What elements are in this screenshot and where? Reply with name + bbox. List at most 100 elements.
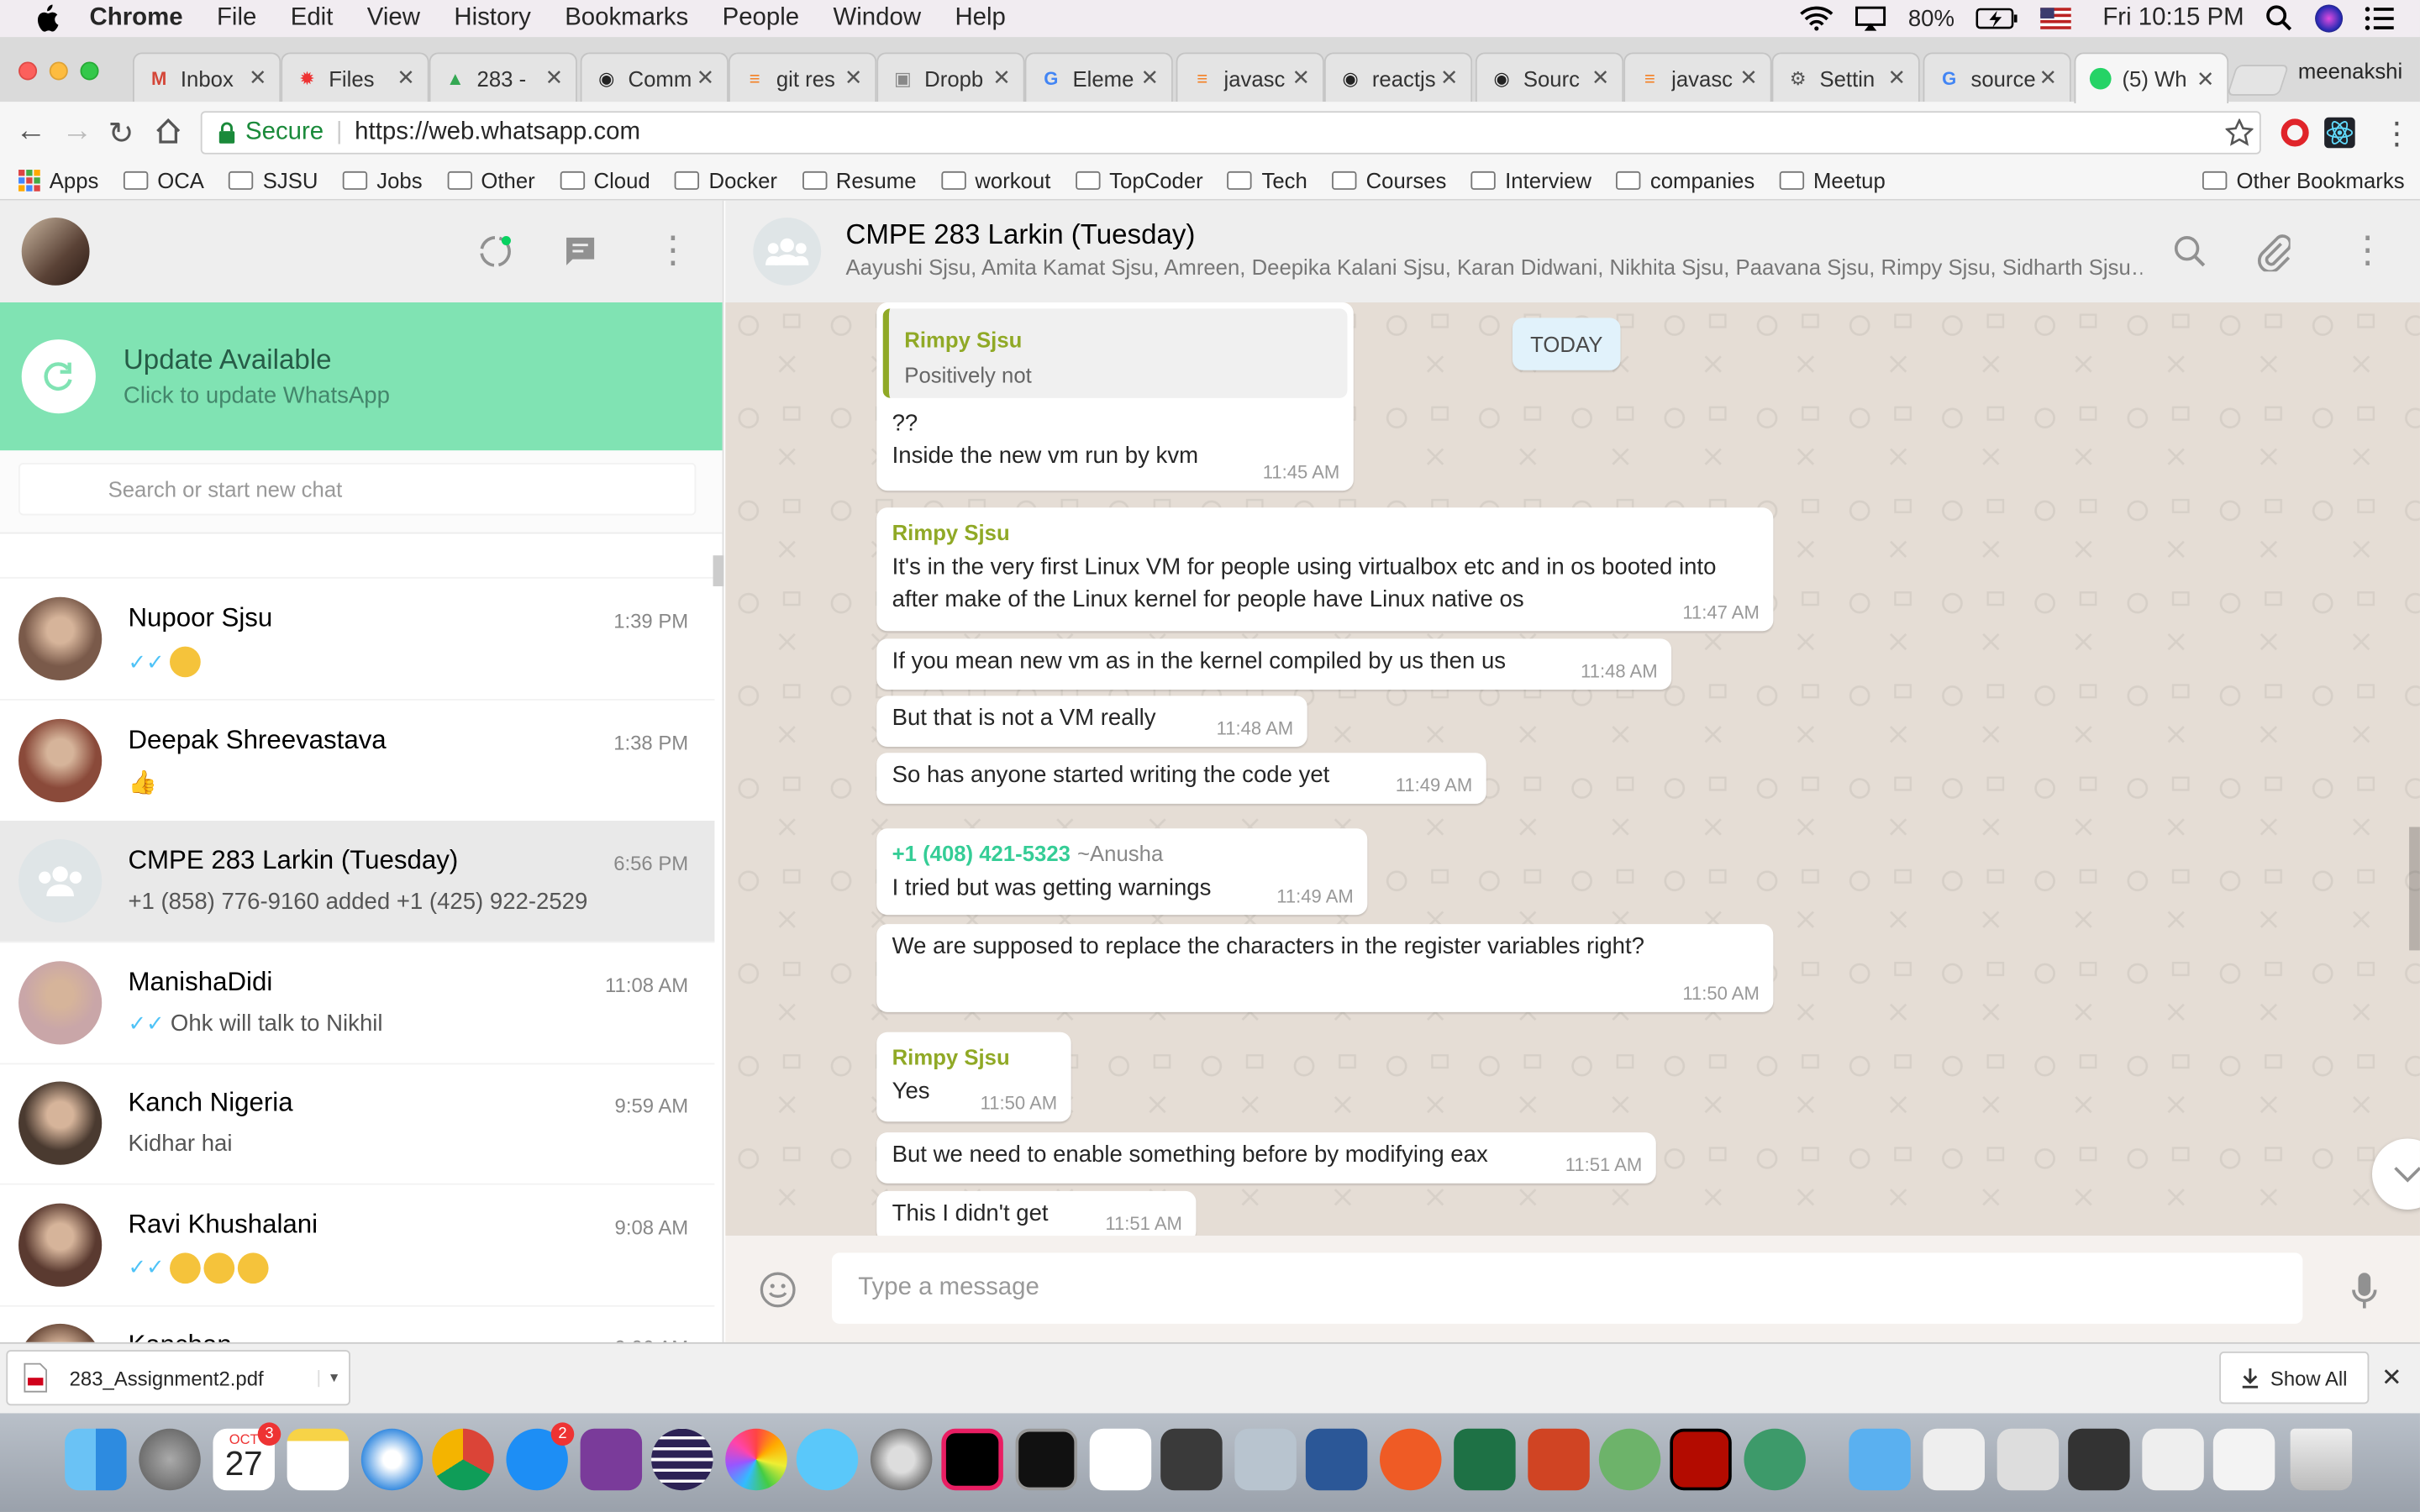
chat-row[interactable]: Ravi Khushalani 9:08 AM ✓✓ [0,1184,715,1306]
photos-icon[interactable] [725,1428,787,1491]
zoom-window-button[interactable] [80,61,99,81]
bookmark-other[interactable]: Other [446,167,535,192]
react-devtools-icon[interactable] [2324,117,2355,149]
my-avatar[interactable] [21,217,90,286]
message-bubble[interactable]: +1 (408) 421-5323 ~Anusha I tried but was … [876,828,1368,916]
new-tab-button[interactable] [2226,65,2290,96]
message-bubble[interactable]: But we need to enable something before b… [876,1132,1656,1184]
bookmark-topcoder[interactable]: TopCoder [1075,167,1203,192]
back-button[interactable]: ← [15,114,46,150]
message-bubble[interactable]: Rimpy Sjsu It's in the very first Linux V… [876,507,1774,632]
close-tab-icon[interactable]: ✕ [245,65,270,91]
profile-name[interactable]: meenakshi [2298,59,2402,83]
close-tab-icon[interactable]: ✕ [1736,65,1760,91]
message-bubble[interactable]: If you mean new vm as in the kernel comp… [876,638,1672,690]
bookmark-workout[interactable]: workout [940,167,1050,192]
tab-0[interactable]: M Inbox ✕ [132,52,281,102]
bookmark-jobs[interactable]: Jobs [342,167,423,192]
spotlight-search-icon[interactable] [2265,5,2293,33]
atom-icon[interactable] [1744,1428,1806,1491]
message-bubble[interactable]: So has anyone started writing the code y… [876,753,1486,804]
screenshot-thumb-2[interactable] [2068,1428,2130,1491]
close-shelf-icon[interactable]: ✕ [2381,1362,2402,1394]
message-scrollbar[interactable] [2409,827,2420,951]
tab-7[interactable]: ≡ javasc ✕ [1176,52,1324,102]
documents-stack-icon[interactable] [1923,1428,1985,1491]
close-tab-icon[interactable]: ✕ [1885,65,1909,91]
conversation-header[interactable]: CMPE 283 Larkin (Tuesday) Aayushi Sjsu, … [725,200,2420,302]
bookmark-docker[interactable]: Docker [675,167,777,192]
screenshot-thumb-3[interactable] [2142,1428,2204,1491]
download-options-icon[interactable]: ▾ [318,1369,349,1387]
message-bubble[interactable]: We are supposed to replace the character… [876,924,1774,1012]
minimize-window-button[interactable] [49,61,68,81]
tab-4[interactable]: ≡ git res ✕ [728,52,877,102]
screenshot-thumb-1[interactable] [1996,1428,2060,1491]
opera-extension-icon[interactable] [2281,118,2309,147]
menu-window[interactable]: Window [834,5,922,33]
other-bookmarks[interactable]: Other Bookmarks [2202,167,2405,192]
close-tab-icon[interactable]: ✕ [989,65,1013,91]
tab-9[interactable]: ◉ Sourc ✕ [1475,52,1624,102]
new-chat-icon[interactable] [563,234,597,268]
close-tab-icon[interactable]: ✕ [693,65,718,91]
update-banner[interactable]: Update Available Click to update WhatsAp… [0,302,723,451]
message-bubble[interactable]: This I didn't get 11:51 AM [876,1190,1197,1236]
close-tab-icon[interactable]: ✕ [1437,65,1461,91]
close-tab-icon[interactable]: ✕ [2193,66,2217,92]
wifi-icon[interactable] [1800,6,1834,31]
bookmark-sjsu[interactable]: SJSU [229,167,318,192]
message-sender[interactable]: Rimpy Sjsu [892,520,1010,544]
bookmark-interview[interactable]: Interview [1470,167,1591,192]
messages-area[interactable]: TODAY Rimpy Sjsu Positively not?? Inside t… [725,302,2420,1236]
chat-avatar[interactable] [18,1323,103,1342]
bookmark-meetup[interactable]: Meetup [1779,167,1886,192]
show-all-button[interactable]: Show All [2219,1351,2370,1404]
tab-2[interactable]: ▲ 283 - ✕ [429,52,577,102]
chrome-menu-icon[interactable]: ⋮ [2381,114,2412,153]
powerpoint-icon[interactable] [1528,1428,1590,1491]
close-window-button[interactable] [18,61,38,81]
acrobat-icon[interactable] [1670,1428,1732,1491]
close-tab-icon[interactable]: ✕ [841,65,865,91]
attach-icon[interactable] [2256,232,2291,272]
word-icon[interactable] [1305,1428,1368,1491]
close-tab-icon[interactable]: ✕ [393,65,418,91]
message-sender[interactable]: +1 (408) 421-5323 [892,841,1071,865]
rocket-app-icon[interactable] [1598,1428,1661,1491]
menu-edit[interactable]: Edit [291,5,334,33]
chat-row[interactable]: CMPE 283 Larkin (Tuesday) 6:56 PM +1 (858)… [0,821,715,943]
conversation-menu-icon[interactable]: ⋮ [2349,228,2386,273]
message-input[interactable]: Type a message [831,1252,2303,1324]
close-tab-icon[interactable]: ✕ [1588,65,1612,91]
bookmark-tech[interactable]: Tech [1228,167,1307,192]
quoted-message[interactable]: Rimpy Sjsu Positively not [882,308,1348,398]
menu-bookmarks[interactable]: Bookmarks [565,5,688,33]
bookmark-resume[interactable]: Resume [802,167,917,192]
message-bubble[interactable]: But that is not a VM really 11:48 AM [876,696,1307,747]
close-tab-icon[interactable]: ✕ [1138,65,1162,91]
chrome-icon[interactable] [432,1428,494,1491]
chat-avatar[interactable] [18,596,103,680]
airplay-icon[interactable] [1855,6,1886,31]
tab-13[interactable]: (5) Wh ✕ [2074,52,2229,104]
menubar-clock[interactable]: Fri 10:15 PM [2102,5,2244,33]
chat-avatar[interactable] [18,717,103,802]
tab-6[interactable]: G Eleme ✕ [1024,52,1173,102]
tab-12[interactable]: Gsource ✕ [1923,52,2071,102]
bookmark-star-icon[interactable] [2225,118,2254,146]
menu-view[interactable]: View [367,5,420,33]
reload-button[interactable]: ↻ [108,114,134,153]
finder-icon[interactable] [65,1428,127,1491]
status-icon[interactable] [477,233,514,270]
chat-row[interactable]: Deepak Shreevastava 1:38 PM 👍 [0,700,715,822]
close-tab-icon[interactable]: ✕ [542,65,566,91]
messages-icon[interactable] [796,1428,859,1491]
onenote-icon[interactable] [580,1428,643,1491]
bookmark-cloud[interactable]: Cloud [560,167,650,192]
preview-icon[interactable] [1234,1428,1297,1491]
tab-5[interactable]: ▣ Dropb ✕ [876,52,1025,102]
sublime-text-icon[interactable] [1160,1428,1223,1491]
message-sender[interactable]: Rimpy Sjsu [892,1044,1010,1068]
siri-icon[interactable] [2315,4,2344,33]
